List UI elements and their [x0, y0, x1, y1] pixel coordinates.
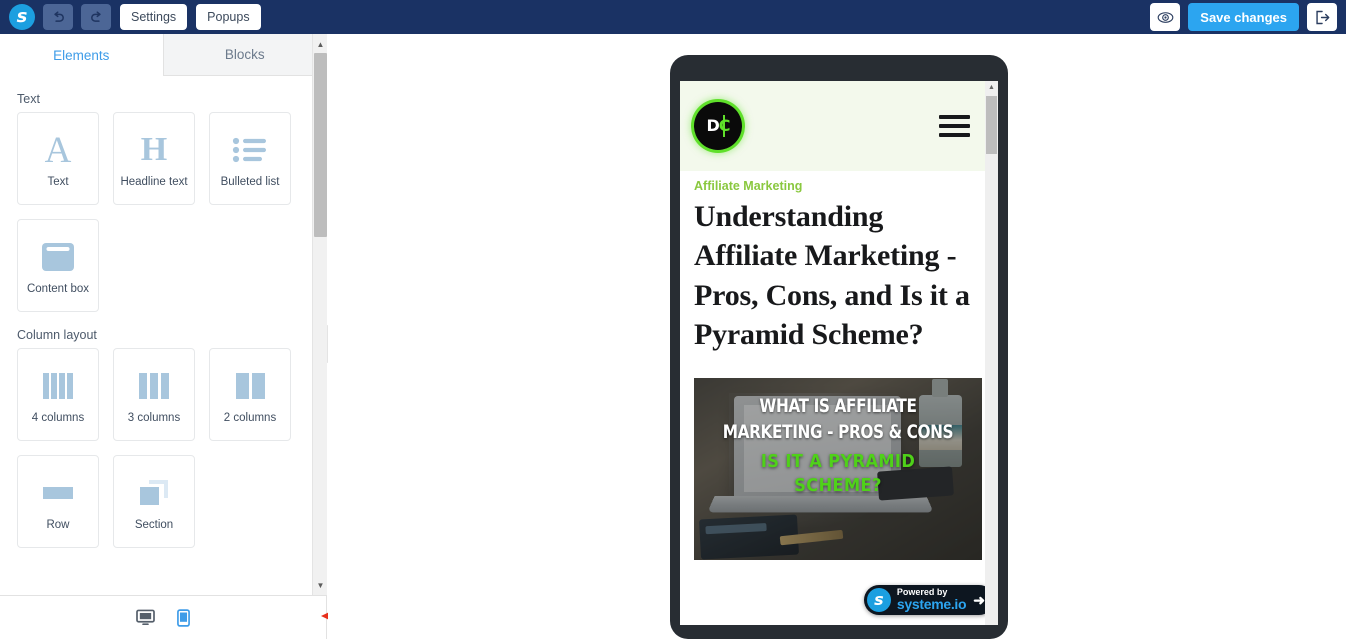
mobile-phone-icon	[177, 608, 190, 627]
dc-coin-logo[interactable]: DC	[694, 102, 742, 150]
scrollbar-thumb[interactable]	[314, 53, 327, 237]
element-card-label: 2 columns	[223, 412, 277, 424]
powered-by-systeme-badge[interactable]: s Powered by systeme.io ➜	[863, 585, 994, 615]
logo-letter-d: D	[706, 116, 719, 135]
element-card-text[interactable]: A Text	[17, 112, 99, 205]
article-block: Affiliate Marketing Understanding Affili…	[680, 171, 998, 561]
article-category[interactable]: Affiliate Marketing	[694, 179, 984, 193]
hero-overlay-line-3: IS IT A PYRAMID	[760, 450, 916, 472]
exit-door-icon	[1315, 10, 1329, 24]
popups-button[interactable]: Popups	[196, 4, 261, 30]
mobile-view-button[interactable]	[177, 608, 190, 627]
desktop-monitor-icon	[136, 609, 155, 626]
header-right-actions: Save changes	[1150, 3, 1346, 31]
systeme-brand-label: systeme.io	[896, 596, 967, 613]
element-group-column-layout: 4 columns 3 columns 2 columns Row Sectio…	[0, 348, 312, 548]
top-header-bar: s Settings Popups Save changes	[0, 0, 1346, 34]
element-card-label: Bulleted list	[220, 176, 280, 188]
systeme-s-logo[interactable]: s	[9, 4, 35, 30]
hamburger-menu-icon[interactable]	[939, 115, 970, 137]
scroll-up-arrow-icon[interactable]: ▲	[313, 37, 328, 52]
eye-icon	[1157, 11, 1174, 23]
element-card-content-box[interactable]: Content box	[17, 219, 99, 312]
article-hero-image[interactable]: WHAT IS AFFILIATE MARKETING - PROS & CON…	[694, 378, 982, 561]
systeme-s-logo: s	[866, 588, 891, 612]
page-editor-app: s Settings Popups Save changes Elements …	[0, 0, 1346, 639]
save-changes-button[interactable]: Save changes	[1188, 3, 1299, 31]
element-card-label: Section	[134, 519, 174, 531]
logo-letter-c: C	[718, 116, 731, 135]
mobile-preview-screen: DC Affiliate Marketing Understanding Aff…	[680, 81, 998, 625]
desktop-view-button[interactable]	[136, 609, 155, 626]
bulleted-list-icon	[232, 137, 266, 163]
letter-h-icon: H	[140, 131, 168, 168]
redo-arrow-icon	[90, 10, 101, 22]
elements-list-scroll-area: Text A Text H Headline text Bulleted lis…	[0, 76, 312, 595]
element-card-label: Row	[46, 519, 70, 531]
preview-scrollbar[interactable]: ▲	[985, 81, 998, 625]
preview-button[interactable]	[1150, 3, 1181, 31]
element-card-label: 4 columns	[31, 412, 85, 424]
element-card-label: Content box	[26, 283, 89, 295]
row-icon	[43, 487, 73, 499]
group-title-column-layout: Column layout	[17, 328, 97, 342]
element-card-label: 3 columns	[127, 412, 181, 424]
sidebar-scrollbar[interactable]: ▲ ▼	[312, 34, 327, 595]
scroll-down-arrow-icon[interactable]: ▼	[313, 578, 328, 593]
preview-scroll-up-arrow-icon[interactable]: ▲	[985, 81, 998, 94]
tab-elements[interactable]: Elements	[0, 34, 163, 76]
redo-button[interactable]	[81, 4, 111, 30]
two-columns-icon	[236, 373, 265, 399]
element-card-4-columns[interactable]: 4 columns	[17, 348, 99, 441]
element-card-section[interactable]: Section	[113, 455, 195, 548]
content-box-icon	[42, 243, 74, 271]
hero-overlay-line-1: WHAT IS AFFILIATE	[759, 396, 917, 418]
settings-button[interactable]: Settings	[120, 4, 188, 30]
hero-overlay-line-2: MARKETING - PROS & CONS	[722, 422, 954, 444]
group-title-text: Text	[17, 92, 40, 106]
editor-canvas: DC Affiliate Marketing Understanding Aff…	[328, 34, 1346, 639]
element-card-label: Text	[47, 176, 69, 188]
element-group-text: A Text H Headline text Bulleted list Con…	[0, 112, 312, 312]
element-card-bulleted-list[interactable]: Bulleted list	[209, 112, 291, 205]
undo-arrow-icon	[53, 10, 64, 22]
element-card-label: Headline text	[120, 176, 188, 188]
arrow-right-icon: ➜	[973, 591, 985, 608]
letter-a-icon: A	[44, 129, 72, 171]
element-card-headline-text[interactable]: H Headline text	[113, 112, 195, 205]
four-columns-icon	[43, 373, 73, 399]
element-card-3-columns[interactable]: 3 columns	[113, 348, 195, 441]
site-header: DC	[680, 81, 998, 171]
sidebar-tabs: Elements Blocks	[0, 34, 326, 76]
hero-overlay-text: WHAT IS AFFILIATE MARKETING - PROS & CON…	[694, 394, 982, 498]
hero-overlay-line-4: SCHEME?	[794, 475, 882, 497]
exit-editor-button[interactable]	[1307, 3, 1337, 31]
section-icon	[140, 480, 168, 505]
element-card-row[interactable]: Row	[17, 455, 99, 548]
three-columns-icon	[139, 373, 169, 399]
device-toggle-bar	[0, 595, 327, 639]
tab-blocks[interactable]: Blocks	[162, 34, 326, 76]
mobile-preview-frame: DC Affiliate Marketing Understanding Aff…	[670, 55, 1008, 639]
elements-sidebar: Elements Blocks Text A Text H Headline t…	[0, 34, 327, 595]
element-card-2-columns[interactable]: 2 columns	[209, 348, 291, 441]
preview-scrollbar-thumb[interactable]	[986, 96, 997, 154]
undo-button[interactable]	[43, 4, 73, 30]
article-title: Understanding Affiliate Marketing - Pros…	[694, 200, 970, 351]
